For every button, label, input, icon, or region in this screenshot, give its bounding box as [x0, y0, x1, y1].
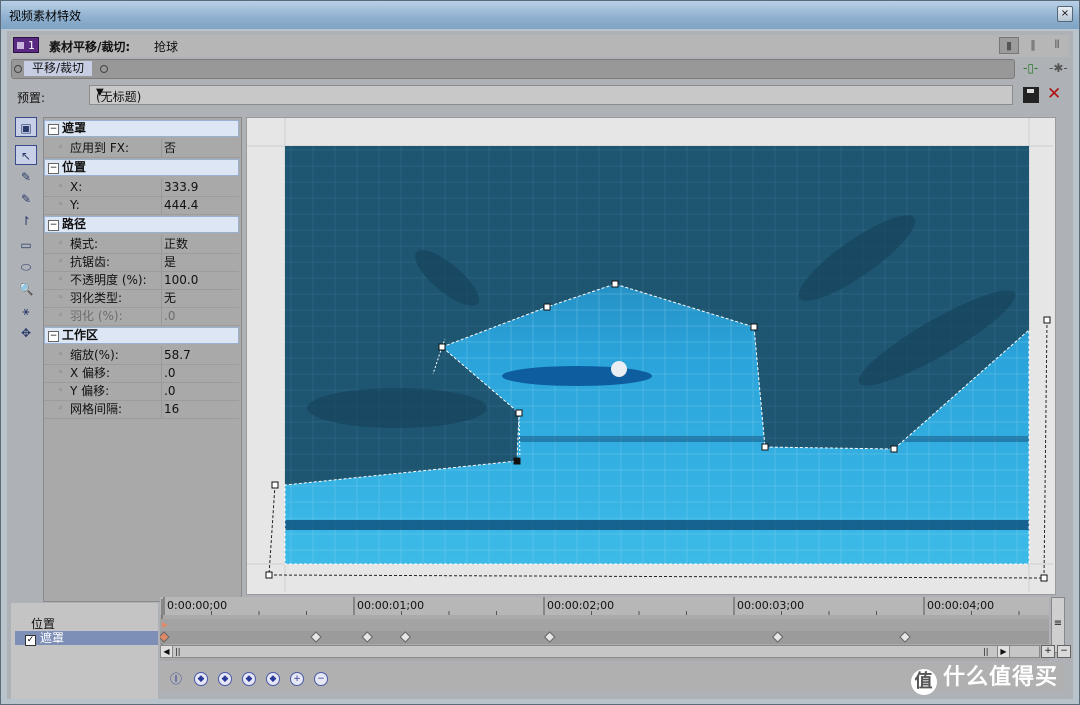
delete-keyframe-icon[interactable]: −: [314, 672, 328, 686]
prop-zoom[interactable]: ◦ 缩放(%): 58.7: [44, 346, 239, 365]
remove-plugin-icon[interactable]: -✱-: [1049, 61, 1068, 75]
next-keyframe-icon[interactable]: ◆: [242, 672, 256, 686]
mask-canvas-svg[interactable]: [247, 118, 1053, 592]
prop-apply-fx[interactable]: ◦ 应用到 FX: 否: [44, 139, 239, 158]
prop-opacity[interactable]: ◦ 不透明度 (%): 100.0: [44, 271, 239, 290]
enable-mask-icon[interactable]: ▣: [15, 117, 37, 137]
zoom-in-icon[interactable]: +: [1041, 645, 1055, 658]
mask-anchor-point[interactable]: [271, 481, 279, 489]
prop-antialias[interactable]: ◦ 抗锯齿: 是: [44, 253, 239, 272]
timeline-timecode: 00:00:01;00: [357, 599, 424, 612]
track-start-node-icon: [14, 65, 22, 73]
timeline-timecode: 00:00:02;00: [547, 599, 614, 612]
mask-enable-checkbox[interactable]: ✓: [25, 635, 36, 646]
mask-anchor-point[interactable]: [515, 409, 523, 417]
first-keyframe-icon[interactable]: ◆: [194, 672, 208, 686]
track-row-position[interactable]: 位置: [15, 617, 158, 631]
chevron-down-icon[interactable]: ▼: [96, 87, 1008, 98]
tool-palette: ▣ ↖ ✎ ✎ ↾ ▭ ⬭ 🔍 ⚹ ✥: [13, 117, 41, 597]
mask-anchor-point[interactable]: [543, 303, 551, 311]
zoom-tool-icon[interactable]: 🔍: [15, 279, 37, 299]
split-tangent-tool-icon[interactable]: ↾: [15, 211, 37, 231]
split-view-icon[interactable]: ‖: [1023, 37, 1043, 54]
rectangle-tool-icon[interactable]: ▭: [15, 235, 37, 255]
mask-anchor-point[interactable]: [750, 323, 758, 331]
add-keyframe-icon[interactable]: +: [290, 672, 304, 686]
fx-track[interactable]: 平移/裁切: [11, 59, 1015, 79]
anchor-creation-tool-icon[interactable]: ✎: [15, 167, 37, 187]
prev-keyframe-icon[interactable]: ◆: [218, 672, 232, 686]
magic-wand-tool-icon[interactable]: ⚹: [15, 301, 37, 321]
mask-anchor-point[interactable]: [438, 343, 446, 351]
timeline-timecode: 0:00:00;00: [167, 599, 227, 612]
mask-anchor-point[interactable]: [265, 571, 273, 579]
delete-preset-icon[interactable]: ✕: [1047, 84, 1061, 104]
triple-view-icon[interactable]: ⦀: [1047, 37, 1067, 54]
window-title: 视频素材特效: [9, 9, 82, 23]
prop-y-offset[interactable]: ◦ Y 偏移: .0: [44, 382, 239, 401]
prop-y[interactable]: ◦ Y: 444.4: [44, 196, 239, 215]
scroll-left-icon[interactable]: ◀: [161, 646, 173, 657]
prop-x[interactable]: ◦ X: 333.9: [44, 178, 239, 197]
mask-anchor-point[interactable]: [761, 443, 769, 451]
mask-anchor-point[interactable]: [513, 457, 521, 465]
section-workspace[interactable]: − 工作区: [44, 327, 239, 344]
fx-track-label[interactable]: 平移/裁切: [24, 61, 93, 76]
properties-panel: − 遮罩 ◦ 应用到 FX: 否 − 位置 ◦ X: 333.9 ◦ Y: 444.4 − 路径 …: [43, 117, 242, 602]
section-position[interactable]: − 位置: [44, 159, 239, 176]
scroll-thumb-end[interactable]: ||: [983, 646, 988, 657]
prop-grid[interactable]: ◦ 网格间隔: 16: [44, 400, 239, 419]
prop-mode[interactable]: ◦ 模式: 正数: [44, 235, 239, 254]
move-tool-icon[interactable]: ✥: [15, 323, 37, 343]
watermark-text: 什么值得买: [943, 665, 1059, 690]
mask-canvas[interactable]: [246, 117, 1056, 595]
prop-feather-type[interactable]: ◦ 羽化类型: 无: [44, 289, 239, 308]
track-row-mask[interactable]: ✓ 遮罩: [15, 631, 158, 646]
watermark-logo: 值: [911, 669, 937, 695]
track-end-node-icon: [100, 65, 108, 73]
normal-edit-tool-icon[interactable]: ↖: [15, 145, 37, 165]
scroll-thumb[interactable]: ||: [175, 646, 180, 657]
section-mask[interactable]: − 遮罩: [44, 120, 239, 137]
ellipse-tool-icon[interactable]: ⬭: [15, 257, 37, 277]
effect-title: 素材平移/裁切:: [49, 40, 131, 54]
prop-feather: ◦ 羽化 (%): .0: [44, 307, 239, 326]
zoom-out-icon[interactable]: −: [1057, 645, 1071, 658]
mask-anchor-point[interactable]: [1040, 574, 1048, 582]
preset-label: 预置:: [17, 91, 46, 105]
preset-dropdown[interactable]: (无标题) ▼: [89, 85, 1013, 105]
plugin-chain-icon[interactable]: -▯-: [1023, 61, 1038, 75]
section-path[interactable]: − 路径: [44, 216, 239, 233]
prop-x-offset[interactable]: ◦ X 偏移: .0: [44, 364, 239, 383]
anchor-add-tool-icon[interactable]: ✎: [15, 189, 37, 209]
watermark: 值什么值得买: [911, 659, 1058, 695]
single-view-icon[interactable]: ▮: [999, 37, 1019, 54]
timeline-scrollbar[interactable]: ◀ || || ▶: [160, 645, 1040, 658]
pan-crop-window: 视频素材特效 × 1 素材平移/裁切: 抢球 ▮ ‖ ⦀ 平移/裁切 -▯- -…: [0, 0, 1080, 705]
clip-name: 抢球: [154, 40, 179, 54]
timeline-timecode: 00:00:04;00: [927, 599, 994, 612]
timeline-svg[interactable]: 0:00:00;00 00:00:01;00 00:00:02;00 00:00:03…: [160, 597, 1049, 645]
keyframe-track-list: 位置 ✓ 遮罩: [11, 603, 158, 699]
mask-anchor-point[interactable]: [611, 280, 619, 288]
sync-cursor-icon[interactable]: Ⓘ: [170, 670, 182, 687]
mask-anchor-point[interactable]: [1043, 316, 1051, 324]
title-bar[interactable]: 视频素材特效 ×: [1, 1, 1079, 29]
save-preset-icon[interactable]: [1023, 87, 1039, 103]
client-area: 1 素材平移/裁切: 抢球 ▮ ‖ ⦀ 平移/裁切 -▯- -✱- 预置: (无…: [7, 31, 1073, 699]
last-keyframe-icon[interactable]: ◆: [266, 672, 280, 686]
effect-header: 1 素材平移/裁切: 抢球 ▮ ‖ ⦀: [11, 35, 1069, 57]
close-window-icon[interactable]: ×: [1057, 6, 1073, 22]
timeline-timecode: 00:00:03;00: [737, 599, 804, 612]
mask-anchor-point[interactable]: [890, 445, 898, 453]
fx-chain-badge[interactable]: 1: [13, 37, 39, 53]
scroll-right-icon[interactable]: ▶: [997, 646, 1010, 657]
